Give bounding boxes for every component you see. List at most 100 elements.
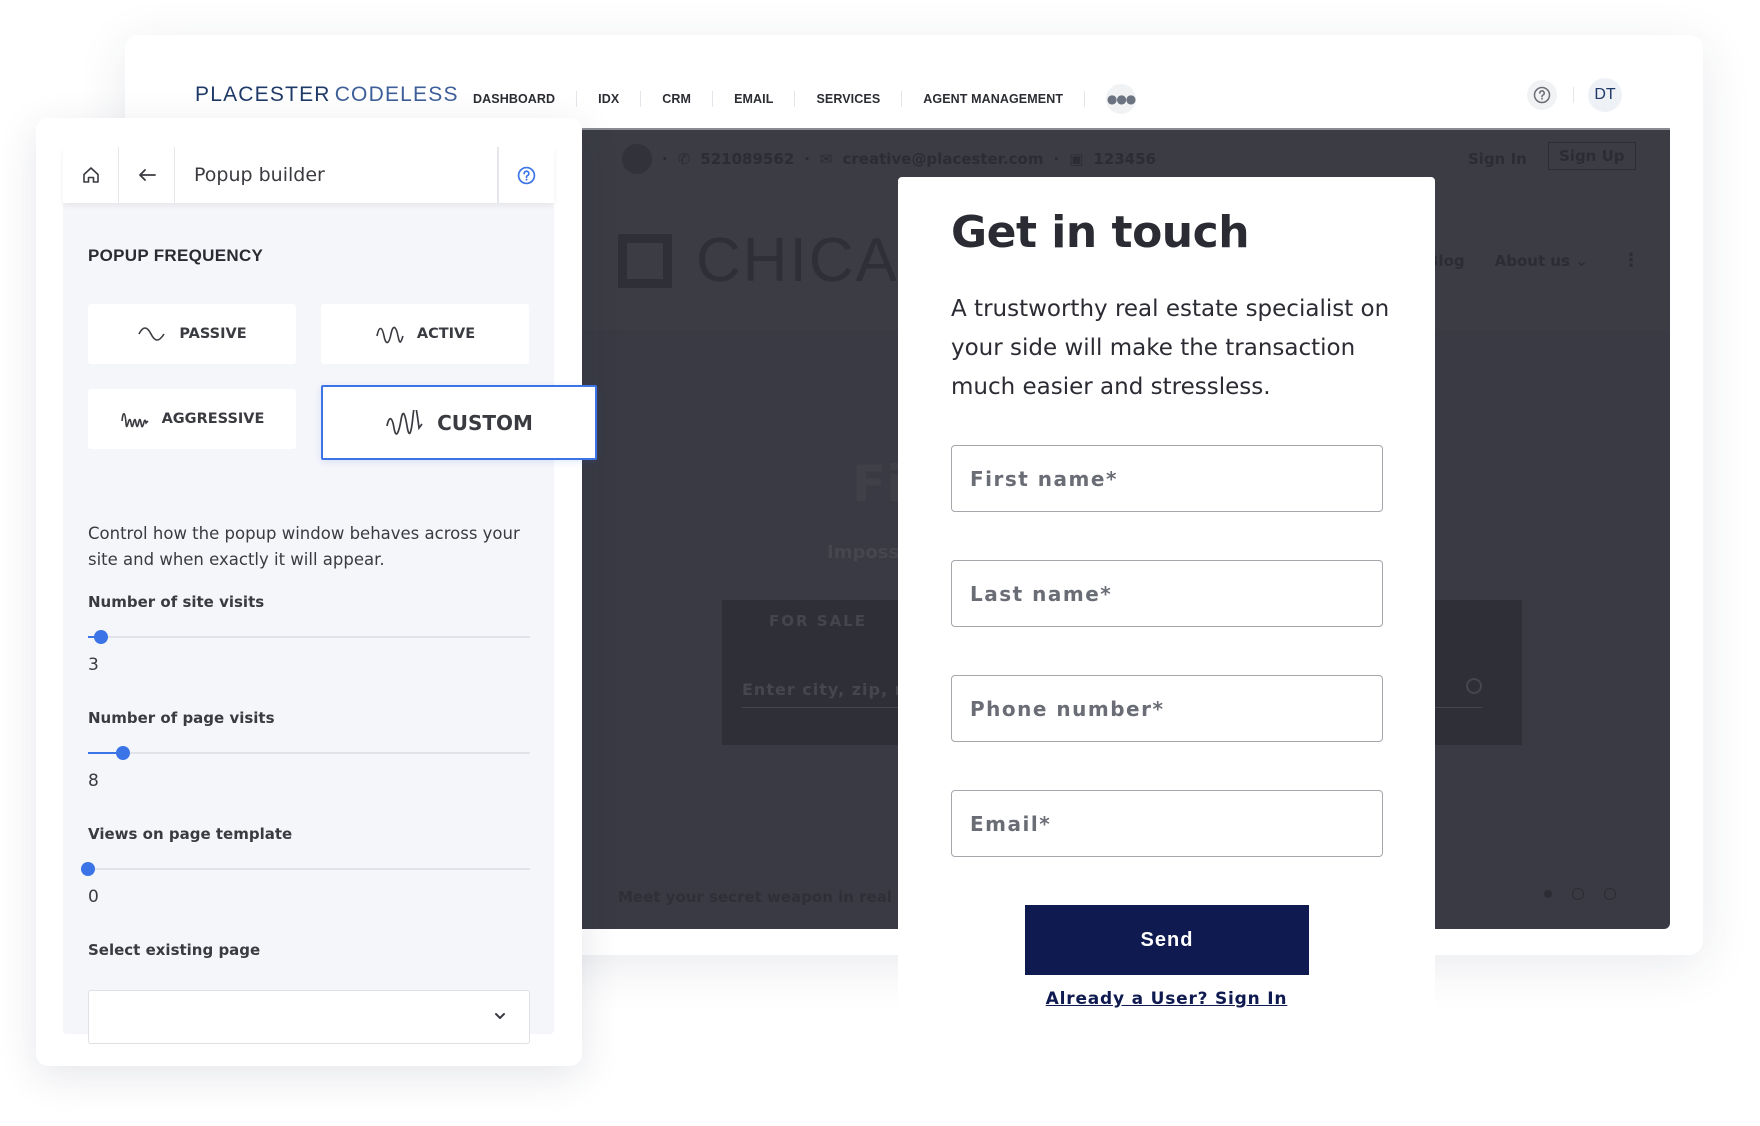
slider-track bbox=[88, 868, 530, 870]
carousel-dot bbox=[1604, 888, 1616, 900]
about-label: About us bbox=[1494, 252, 1570, 270]
panel-body: Popup builder POPUP FREQUENCY PASSIVE AC… bbox=[63, 147, 597, 1044]
page-visits-slider[interactable] bbox=[88, 743, 530, 763]
nav-agent-management[interactable]: AGENT MANAGEMENT bbox=[923, 92, 1063, 106]
contact-popup: Get in touch A trustworthy real estate s… bbox=[898, 177, 1435, 1027]
more-menu-button[interactable]: ●●● bbox=[1106, 84, 1136, 114]
nav-idx[interactable]: IDX bbox=[598, 92, 619, 106]
id-card-icon: ▣ bbox=[1069, 150, 1084, 168]
page-visits-value: 8 bbox=[88, 771, 99, 791]
template-views-slider[interactable] bbox=[81, 859, 530, 879]
nav-services[interactable]: SERVICES bbox=[816, 92, 880, 106]
sign-in-link[interactable]: Already a User? Sign In bbox=[898, 989, 1435, 1009]
frequency-label: CUSTOM bbox=[437, 410, 533, 435]
site-logo-icon bbox=[618, 233, 672, 288]
wave-passive-icon bbox=[138, 327, 166, 341]
nav-divider bbox=[576, 91, 578, 107]
select-existing-page-dropdown[interactable] bbox=[88, 990, 530, 1044]
panel-title: Popup builder bbox=[175, 147, 498, 203]
nav-divider bbox=[640, 91, 642, 107]
ellipsis-icon: ●●● bbox=[1106, 92, 1136, 106]
search-icon bbox=[1466, 678, 1482, 694]
nav-divider bbox=[1573, 87, 1574, 103]
frequency-description: Control how the popup window behaves acr… bbox=[88, 524, 520, 569]
wave-custom-icon bbox=[386, 409, 423, 435]
mail-icon: ✉ bbox=[819, 150, 833, 168]
slider-thumb[interactable] bbox=[116, 746, 131, 760]
question-circle-icon bbox=[1533, 86, 1551, 104]
frequency-label: PASSIVE bbox=[179, 326, 247, 342]
arrow-left-icon bbox=[138, 169, 156, 181]
send-button[interactable]: Send bbox=[1025, 905, 1309, 975]
popup-builder-panel: Popup builder POPUP FREQUENCY PASSIVE AC… bbox=[36, 118, 597, 1066]
nav-dashboard[interactable]: DASHBOARD bbox=[473, 92, 555, 106]
preview-search-tab: FOR SALE bbox=[769, 612, 867, 630]
carousel-dot bbox=[1544, 890, 1552, 898]
frequency-custom-button[interactable]: CUSTOM bbox=[321, 385, 597, 460]
dot-separator: · bbox=[662, 150, 668, 168]
preview-phone: 521089562 bbox=[700, 150, 795, 168]
chevron-down-icon bbox=[495, 1013, 505, 1019]
preview-menu-about: About us ⌄ bbox=[1495, 252, 1588, 270]
nav-email[interactable]: EMAIL bbox=[734, 92, 773, 106]
brand-secondary: CODELESS bbox=[334, 83, 459, 106]
agent-photo bbox=[622, 144, 652, 174]
site-visits-value: 3 bbox=[88, 655, 99, 675]
last-name-field[interactable]: Last name* bbox=[951, 560, 1383, 627]
site-visits-slider[interactable] bbox=[88, 627, 530, 647]
nav-divider bbox=[712, 91, 714, 107]
email-field[interactable]: Email* bbox=[951, 790, 1383, 857]
brand-primary: PLACESTER bbox=[195, 83, 331, 106]
preview-site-logo: CHICA bbox=[618, 225, 899, 296]
popup-title: Get in touch bbox=[951, 207, 1250, 258]
panel-help-button[interactable] bbox=[498, 147, 554, 203]
first-name-field[interactable]: First name* bbox=[951, 445, 1383, 512]
slider-track bbox=[88, 752, 530, 754]
preview-email: creative@placester.com bbox=[842, 150, 1044, 168]
nav-divider bbox=[794, 91, 796, 107]
dot-separator: · bbox=[1053, 150, 1060, 168]
brand-logo[interactable]: PLACESTER CODELESS bbox=[195, 83, 459, 107]
home-icon bbox=[82, 167, 99, 183]
page-visits-label: Number of page visits bbox=[88, 709, 275, 727]
back-button[interactable] bbox=[119, 147, 175, 203]
preview-sign-in: Sign In bbox=[1468, 150, 1527, 168]
nav-divider bbox=[901, 91, 903, 107]
chevron-down-icon: ⌄ bbox=[1575, 252, 1588, 270]
preview-license: 123456 bbox=[1093, 150, 1156, 168]
slider-track bbox=[88, 636, 530, 638]
question-circle-icon bbox=[517, 166, 536, 184]
preview-hero-subtitle: Impossi bbox=[827, 542, 906, 563]
select-page-label: Select existing page bbox=[88, 941, 261, 959]
site-logo-text: CHICA bbox=[696, 226, 899, 295]
preview-sign-up: Sign Up bbox=[1548, 142, 1636, 170]
site-visits-label: Number of site visits bbox=[88, 593, 265, 611]
help-button[interactable] bbox=[1527, 80, 1557, 110]
frequency-label: ACTIVE bbox=[416, 326, 476, 342]
wave-active-icon bbox=[376, 326, 404, 344]
nav-divider bbox=[1084, 91, 1086, 107]
template-views-value: 0 bbox=[88, 887, 99, 907]
phone-number-field[interactable]: Phone number* bbox=[951, 675, 1383, 742]
wave-aggressive-icon bbox=[120, 412, 149, 428]
slider-thumb[interactable] bbox=[94, 630, 109, 644]
carousel-dot bbox=[1572, 888, 1584, 900]
panel-header: Popup builder bbox=[63, 147, 554, 203]
carousel-dots bbox=[1544, 888, 1616, 900]
dot-separator: · bbox=[804, 150, 810, 168]
home-button[interactable] bbox=[63, 147, 119, 203]
template-views-label: Views on page template bbox=[88, 825, 293, 843]
frequency-passive-button[interactable]: PASSIVE bbox=[88, 304, 296, 364]
frequency-active-button[interactable]: ACTIVE bbox=[321, 304, 529, 364]
section-title: POPUP FREQUENCY bbox=[88, 246, 264, 265]
frequency-label: AGGRESSIVE bbox=[161, 411, 265, 427]
stage: PLACESTER CODELESS DASHBOARD IDX CRM EMAI… bbox=[0, 0, 1760, 1126]
preview-contact-bar: · ✆ 521089562 · ✉ creative@placester.com… bbox=[622, 144, 1156, 174]
phone-icon: ✆ bbox=[677, 150, 691, 168]
preview-menu: Blog About us ⌄ bbox=[1427, 252, 1588, 270]
frequency-aggressive-button[interactable]: AGGRESSIVE bbox=[88, 389, 296, 449]
slider-thumb[interactable] bbox=[81, 862, 95, 876]
user-avatar[interactable]: DT bbox=[1588, 78, 1622, 112]
main-nav: DASHBOARD IDX CRM EMAIL SERVICES AGENT M… bbox=[473, 84, 1136, 114]
nav-crm[interactable]: CRM bbox=[662, 92, 691, 106]
